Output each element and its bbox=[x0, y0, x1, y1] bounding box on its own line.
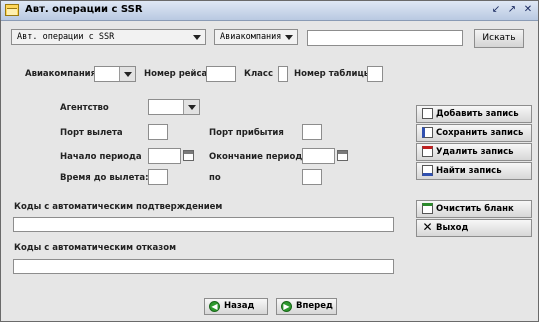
add-record-label: Добавить запись bbox=[436, 109, 519, 119]
filter-select-value: Авиакомпания bbox=[220, 32, 282, 42]
close-icon[interactable]: ✕ bbox=[522, 4, 534, 16]
forward-button[interactable]: ▶ Вперед bbox=[276, 298, 337, 315]
window-title: Авт. операции с SSR bbox=[25, 4, 143, 15]
calendar-icon[interactable] bbox=[337, 150, 348, 161]
class-label: Класс bbox=[244, 69, 273, 79]
arrow-left-icon: ◀ bbox=[209, 301, 220, 312]
dialog-window: Авт. операции с SSR ↙ ↗ ✕ Авт. операции … bbox=[0, 0, 539, 322]
delete-record-button[interactable]: Удалить запись bbox=[416, 143, 532, 161]
arrival-port-label: Порт прибытия bbox=[209, 128, 284, 138]
flight-number-label: Номер рейса bbox=[144, 69, 208, 79]
clear-form-button[interactable]: Очистить бланк bbox=[416, 200, 532, 218]
exit-button[interactable]: ✕ Выход bbox=[416, 219, 532, 237]
operation-select[interactable]: Авт. операции с SSR bbox=[11, 29, 206, 45]
time-to-field[interactable] bbox=[302, 169, 322, 185]
maximize-icon[interactable]: ↗ bbox=[506, 4, 518, 16]
arrival-port-field[interactable] bbox=[302, 124, 322, 140]
agency-label: Агентство bbox=[60, 103, 109, 113]
new-document-icon bbox=[422, 108, 433, 119]
departure-port-field[interactable] bbox=[148, 124, 168, 140]
airline-select[interactable] bbox=[94, 66, 136, 82]
airline-label: Авиакомпания bbox=[25, 69, 97, 79]
period-start-label: Начало периода bbox=[60, 152, 142, 162]
period-end-label: Окончание периода bbox=[209, 152, 308, 162]
back-button[interactable]: ◀ Назад bbox=[204, 298, 268, 315]
arrow-right-icon: ▶ bbox=[281, 301, 292, 312]
close-icon: ✕ bbox=[422, 220, 433, 234]
delete-document-icon bbox=[422, 146, 433, 157]
chevron-down-icon bbox=[285, 35, 293, 40]
chevron-down-icon bbox=[124, 72, 132, 77]
clear-form-label: Очистить бланк bbox=[436, 204, 514, 214]
search-input[interactable] bbox=[307, 30, 463, 46]
airline-dropdown-button[interactable] bbox=[119, 67, 135, 81]
minimize-icon[interactable]: ↙ bbox=[490, 4, 502, 16]
edit-icon bbox=[422, 127, 433, 138]
back-label: Назад bbox=[224, 301, 255, 311]
time-to-label: по bbox=[209, 173, 221, 183]
find-record-button[interactable]: Найти запись bbox=[416, 162, 532, 180]
add-record-button[interactable]: Добавить запись bbox=[416, 105, 532, 123]
exit-label: Выход bbox=[436, 223, 469, 233]
departure-port-label: Порт вылета bbox=[60, 128, 123, 138]
delete-record-label: Удалить запись bbox=[436, 147, 514, 157]
agency-select[interactable] bbox=[148, 99, 200, 115]
period-end-field[interactable] bbox=[302, 148, 335, 164]
folder-icon bbox=[5, 4, 19, 16]
find-document-icon bbox=[422, 165, 433, 176]
period-start-field[interactable] bbox=[148, 148, 181, 164]
operation-select-value: Авт. операции с SSR bbox=[17, 32, 115, 42]
class-field[interactable] bbox=[278, 66, 288, 82]
agency-dropdown-button[interactable] bbox=[183, 100, 199, 114]
auto-reject-codes-field[interactable] bbox=[13, 259, 394, 274]
calendar-icon[interactable] bbox=[183, 150, 194, 161]
flight-number-field[interactable] bbox=[206, 66, 236, 82]
save-record-button[interactable]: Сохранить запись bbox=[416, 124, 532, 142]
time-from-field[interactable] bbox=[148, 169, 168, 185]
auto-confirm-codes-field[interactable] bbox=[13, 217, 394, 232]
forward-label: Вперед bbox=[296, 301, 333, 311]
auto-confirm-label: Коды с автоматическим подтверждением bbox=[14, 202, 223, 212]
table-number-label: Номер таблицы bbox=[294, 69, 372, 79]
table-number-field[interactable] bbox=[367, 66, 383, 82]
time-before-label: Время до вылета: с bbox=[60, 173, 157, 183]
search-button[interactable]: Искать bbox=[474, 29, 524, 48]
title-bar[interactable]: Авт. операции с SSR ↙ ↗ ✕ bbox=[1, 1, 538, 21]
clear-form-icon bbox=[422, 203, 433, 214]
chevron-down-icon bbox=[188, 105, 196, 110]
auto-reject-label: Коды с автоматическим отказом bbox=[14, 243, 177, 253]
find-record-label: Найти запись bbox=[436, 166, 502, 176]
save-record-label: Сохранить запись bbox=[436, 128, 524, 138]
filter-select[interactable]: Авиакомпания bbox=[214, 29, 298, 45]
chevron-down-icon bbox=[193, 35, 201, 40]
